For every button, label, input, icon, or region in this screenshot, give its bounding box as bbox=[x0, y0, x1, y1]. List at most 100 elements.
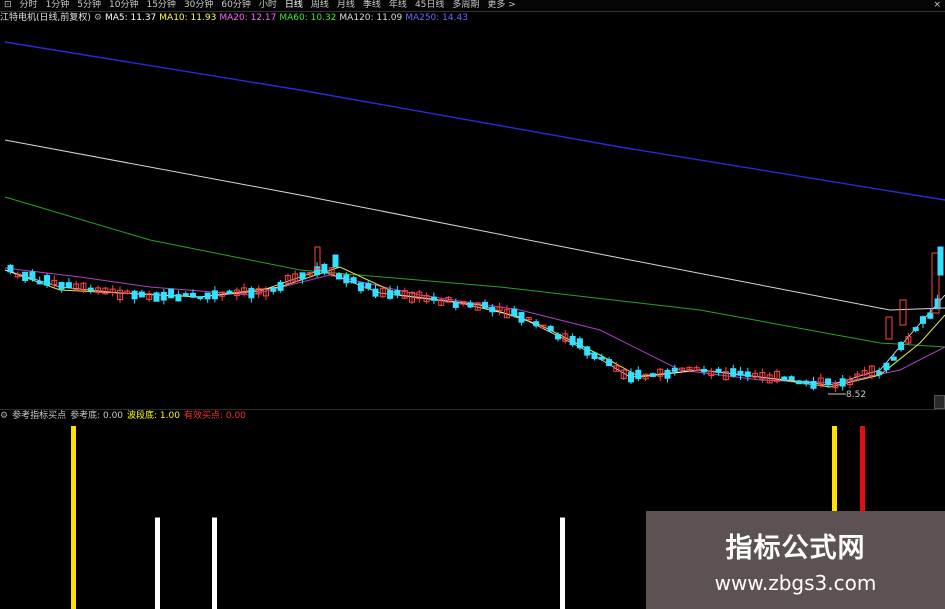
indicator-bar-white bbox=[155, 517, 160, 609]
candle-body bbox=[36, 280, 43, 285]
tab-yearly[interactable]: 年线 bbox=[385, 0, 411, 11]
candle-body bbox=[343, 274, 350, 284]
candle-body bbox=[299, 272, 306, 280]
candle-body bbox=[511, 308, 518, 317]
low-price-label: 8.52 bbox=[846, 390, 866, 400]
ma250-value: MA250: 14.43 bbox=[405, 13, 468, 23]
candle-body bbox=[899, 299, 907, 326]
tab-45day[interactable]: 45日线 bbox=[411, 0, 448, 11]
right-scroll-handle[interactable] bbox=[934, 395, 945, 409]
ma60-value: MA60: 10.32 bbox=[279, 13, 337, 23]
candle-body bbox=[211, 290, 218, 300]
candle-body bbox=[920, 316, 926, 324]
candle-body bbox=[131, 290, 138, 300]
candle-body bbox=[190, 292, 196, 298]
indicator-name: 参考指标买点 bbox=[12, 411, 67, 421]
candle-body bbox=[332, 254, 339, 268]
tab-hour[interactable]: 小时 bbox=[255, 0, 281, 11]
tab-more[interactable]: 更多 > bbox=[483, 0, 519, 11]
candle-body bbox=[467, 302, 474, 308]
ma10-value: MA10: 11.93 bbox=[159, 13, 217, 23]
ma120-value: MA120: 11.09 bbox=[339, 13, 403, 23]
candle-body bbox=[795, 380, 802, 385]
chart-title: 江特电机(日线,前复权) bbox=[0, 13, 91, 23]
candle-body bbox=[44, 275, 50, 286]
candle-body bbox=[197, 296, 204, 300]
candle-body bbox=[58, 282, 65, 290]
candle-body bbox=[927, 312, 934, 319]
tab-1min[interactable]: 1分钟 bbox=[42, 0, 74, 11]
candle-body bbox=[270, 288, 277, 292]
candle-body bbox=[204, 292, 211, 300]
candle-body bbox=[182, 293, 189, 297]
tab-monthly[interactable]: 月线 bbox=[333, 0, 359, 11]
tab-weekly[interactable]: 周线 bbox=[307, 0, 333, 11]
tab-quarterly[interactable]: 季线 bbox=[359, 0, 385, 11]
candle-body bbox=[825, 378, 832, 386]
indicator-bar-yellow bbox=[71, 426, 76, 609]
candle-body bbox=[635, 369, 642, 380]
candle-body bbox=[584, 346, 591, 356]
tab-15min[interactable]: 15分钟 bbox=[142, 0, 179, 11]
candle-body bbox=[336, 273, 342, 280]
candle-body bbox=[65, 282, 72, 289]
candle-body bbox=[138, 291, 145, 298]
close-icon[interactable]: × bbox=[933, 0, 941, 11]
candle-body bbox=[898, 342, 905, 351]
candle-body bbox=[277, 281, 284, 291]
tab-multi-period[interactable]: 多周期 bbox=[448, 0, 483, 11]
candle-body bbox=[649, 373, 656, 377]
candle-body bbox=[664, 369, 671, 379]
candle-body bbox=[803, 380, 810, 385]
candle-body bbox=[569, 335, 576, 346]
candle-body bbox=[168, 288, 175, 299]
candle-body bbox=[533, 321, 540, 327]
candle-body bbox=[730, 368, 737, 377]
candle-body bbox=[547, 325, 554, 332]
tab-intraday[interactable]: 分时 bbox=[16, 0, 42, 11]
candle-body bbox=[350, 277, 357, 284]
watermark-title: 指标公式网 bbox=[725, 532, 866, 564]
tab-daily[interactable]: 日线 bbox=[281, 0, 307, 11]
candle-body bbox=[598, 356, 605, 360]
candle-body bbox=[912, 327, 919, 332]
candle-body bbox=[387, 290, 394, 299]
candle-body bbox=[883, 362, 890, 371]
candle-body bbox=[576, 338, 583, 349]
period-toolbar: ⊡ 分时 1分钟 5分钟 10分钟 15分钟 30分钟 60分钟 小时 日线 周… bbox=[0, 0, 945, 12]
candle-body bbox=[591, 352, 598, 360]
candle-body bbox=[876, 371, 883, 376]
candle-body bbox=[321, 263, 328, 274]
candle-body bbox=[394, 290, 401, 296]
candle-body bbox=[482, 301, 488, 309]
tab-5min[interactable]: 5分钟 bbox=[73, 0, 105, 11]
candle-body bbox=[365, 283, 372, 289]
toolbar-menu-icon[interactable]: ⊡ bbox=[0, 0, 16, 11]
candle-body bbox=[489, 306, 496, 313]
indicator-bar-white bbox=[212, 517, 217, 609]
ma5-value: MA5: 11.37 bbox=[104, 13, 157, 23]
indicator-buy-point: 有效买点: 0.00 bbox=[183, 411, 246, 421]
candle-body bbox=[788, 376, 795, 381]
candle-body bbox=[671, 367, 678, 372]
candle-body bbox=[248, 288, 255, 299]
candle-body bbox=[87, 287, 94, 291]
candle-body bbox=[839, 378, 846, 387]
ma60-line bbox=[4, 196, 945, 348]
candle-body bbox=[22, 271, 29, 282]
candle-body bbox=[430, 296, 437, 301]
tab-10min[interactable]: 10分钟 bbox=[105, 0, 142, 11]
candle-body bbox=[175, 294, 182, 302]
gear-icon[interactable]: ⚙ bbox=[0, 410, 8, 423]
indicator-wave-bottom: 波段底: 1.00 bbox=[127, 411, 180, 421]
tab-30min[interactable]: 30分钟 bbox=[180, 0, 217, 11]
candle-body bbox=[606, 359, 613, 367]
candle-body bbox=[160, 291, 167, 301]
gear-icon[interactable]: ⚙ bbox=[94, 12, 102, 25]
indicator-ref-bottom: 参考底: 0.00 bbox=[70, 411, 124, 421]
tab-60min[interactable]: 60分钟 bbox=[217, 0, 254, 11]
candle-body bbox=[937, 246, 944, 276]
candle-body bbox=[715, 368, 722, 373]
candle-body bbox=[372, 288, 379, 297]
candlestick-chart[interactable]: 8.52 bbox=[0, 25, 945, 409]
